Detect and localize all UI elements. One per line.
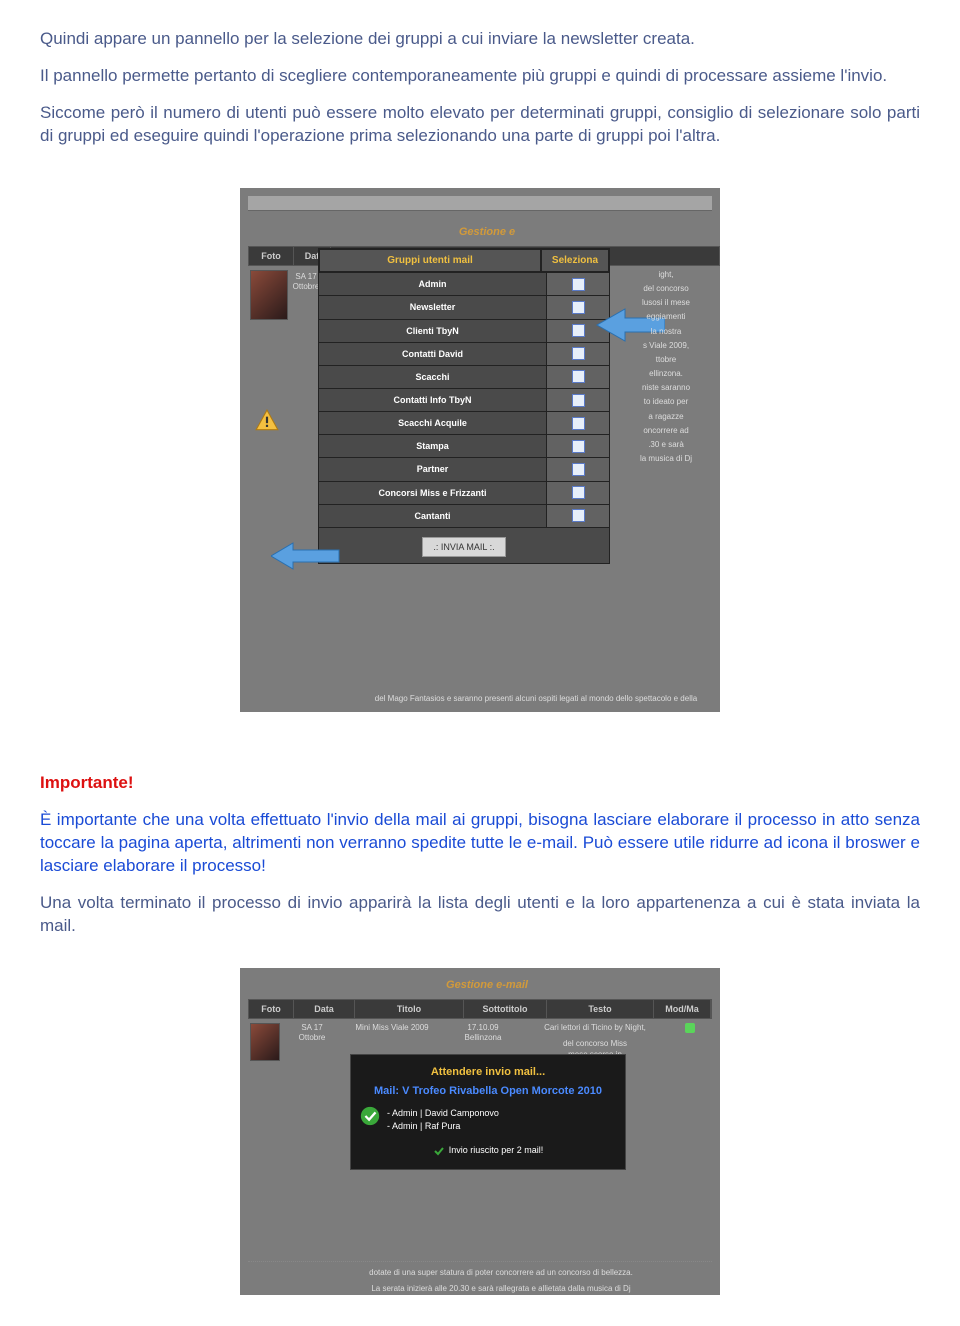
paragraph-1: Quindi appare un pannello per la selezio… <box>40 28 920 51</box>
paragraph-4: Una volta terminato il processo di invio… <box>40 892 920 938</box>
col-testo: Testo <box>547 1000 654 1018</box>
thumbnail <box>250 1023 280 1061</box>
lower-text: dotate di una super statura di poter con… <box>248 1261 712 1295</box>
col-mod: Mod/Ma <box>654 1000 711 1018</box>
section-title: Gestione e <box>240 221 720 246</box>
group-row: Concorsi Miss e Frizzanti <box>319 482 547 504</box>
date-text: SA 17 Ottobre <box>292 266 320 320</box>
group-row: Admin <box>319 273 547 295</box>
check-icon <box>359 1105 381 1127</box>
checkbox[interactable] <box>547 458 609 480</box>
checkbox[interactable] <box>547 435 609 457</box>
col-sottotitolo: Sottotitolo <box>464 1000 547 1018</box>
group-row: Cantanti <box>319 505 547 527</box>
col-foto: Foto <box>249 1000 294 1018</box>
recipients: - Admin | David Camponovo - Admin | Raf … <box>363 1107 613 1134</box>
checkbox[interactable] <box>547 273 609 295</box>
group-row: Scacchi Acquile <box>319 412 547 434</box>
table-header-2: Foto Data Titolo Sottotitolo Testo Mod/M… <box>248 999 712 1019</box>
checkbox[interactable] <box>547 505 609 527</box>
group-select-popup: Gruppi utenti mail Seleziona Admin Newsl… <box>318 248 610 564</box>
section-title-2: Gestione e-mail <box>240 978 720 999</box>
sending-popup: Attendere invio mail... Mail: V Trofeo R… <box>350 1054 626 1170</box>
nav-strip <box>248 196 712 211</box>
screenshot-2: Gestione e-mail Foto Data Titolo Sottoti… <box>40 968 920 1299</box>
edit-icon[interactable] <box>685 1023 695 1033</box>
checkbox[interactable] <box>547 389 609 411</box>
group-row: Scacchi <box>319 366 547 388</box>
tick-icon <box>433 1145 445 1157</box>
bottom-text: del Mago Fantasios e saranno presenti al… <box>240 650 720 712</box>
popup-header-groups: Gruppi utenti mail <box>319 249 541 273</box>
send-mail-button[interactable]: .: INVIA MAIL :. <box>422 537 505 557</box>
important-heading: Importante! <box>40 772 920 795</box>
group-row: Clienti TbyN <box>319 320 547 342</box>
popup-header-select: Seleziona <box>541 249 609 273</box>
group-row: Newsletter <box>319 296 547 318</box>
side-text: ight,del concorsolusosi il mese eggiamen… <box>612 266 720 468</box>
group-row: Contatti David <box>319 343 547 365</box>
checkbox[interactable] <box>547 482 609 504</box>
paragraph-3: Siccome però il numero di utenti può ess… <box>40 102 920 148</box>
arrow-left-icon <box>271 541 331 567</box>
col-foto: Foto <box>249 247 294 265</box>
checkbox[interactable] <box>547 343 609 365</box>
screenshot-1: Gestione e Foto Dat SA 17 Ottobre Gruppi… <box>40 188 920 712</box>
checkbox[interactable] <box>547 366 609 388</box>
col-data: Data <box>294 1000 355 1018</box>
thumbnail <box>250 270 288 320</box>
group-row: Stampa <box>319 435 547 457</box>
col-titolo: Titolo <box>355 1000 464 1018</box>
mail-name: Mail: V Trofeo Rivabella Open Morcote 20… <box>363 1084 613 1099</box>
checkbox[interactable] <box>547 412 609 434</box>
important-body: È importante che una volta effettuato l'… <box>40 809 920 878</box>
paragraph-2: Il pannello permette pertanto di sceglie… <box>40 65 920 88</box>
wait-text: Attendere invio mail... <box>363 1065 613 1080</box>
group-row: Partner <box>319 458 547 480</box>
warning-icon <box>254 408 280 434</box>
cell-data: SA 17 Ottobre <box>284 1019 340 1171</box>
success-text: Invio riuscito per 2 mail! <box>363 1144 613 1157</box>
group-row: Contatti Info TbyN <box>319 389 547 411</box>
